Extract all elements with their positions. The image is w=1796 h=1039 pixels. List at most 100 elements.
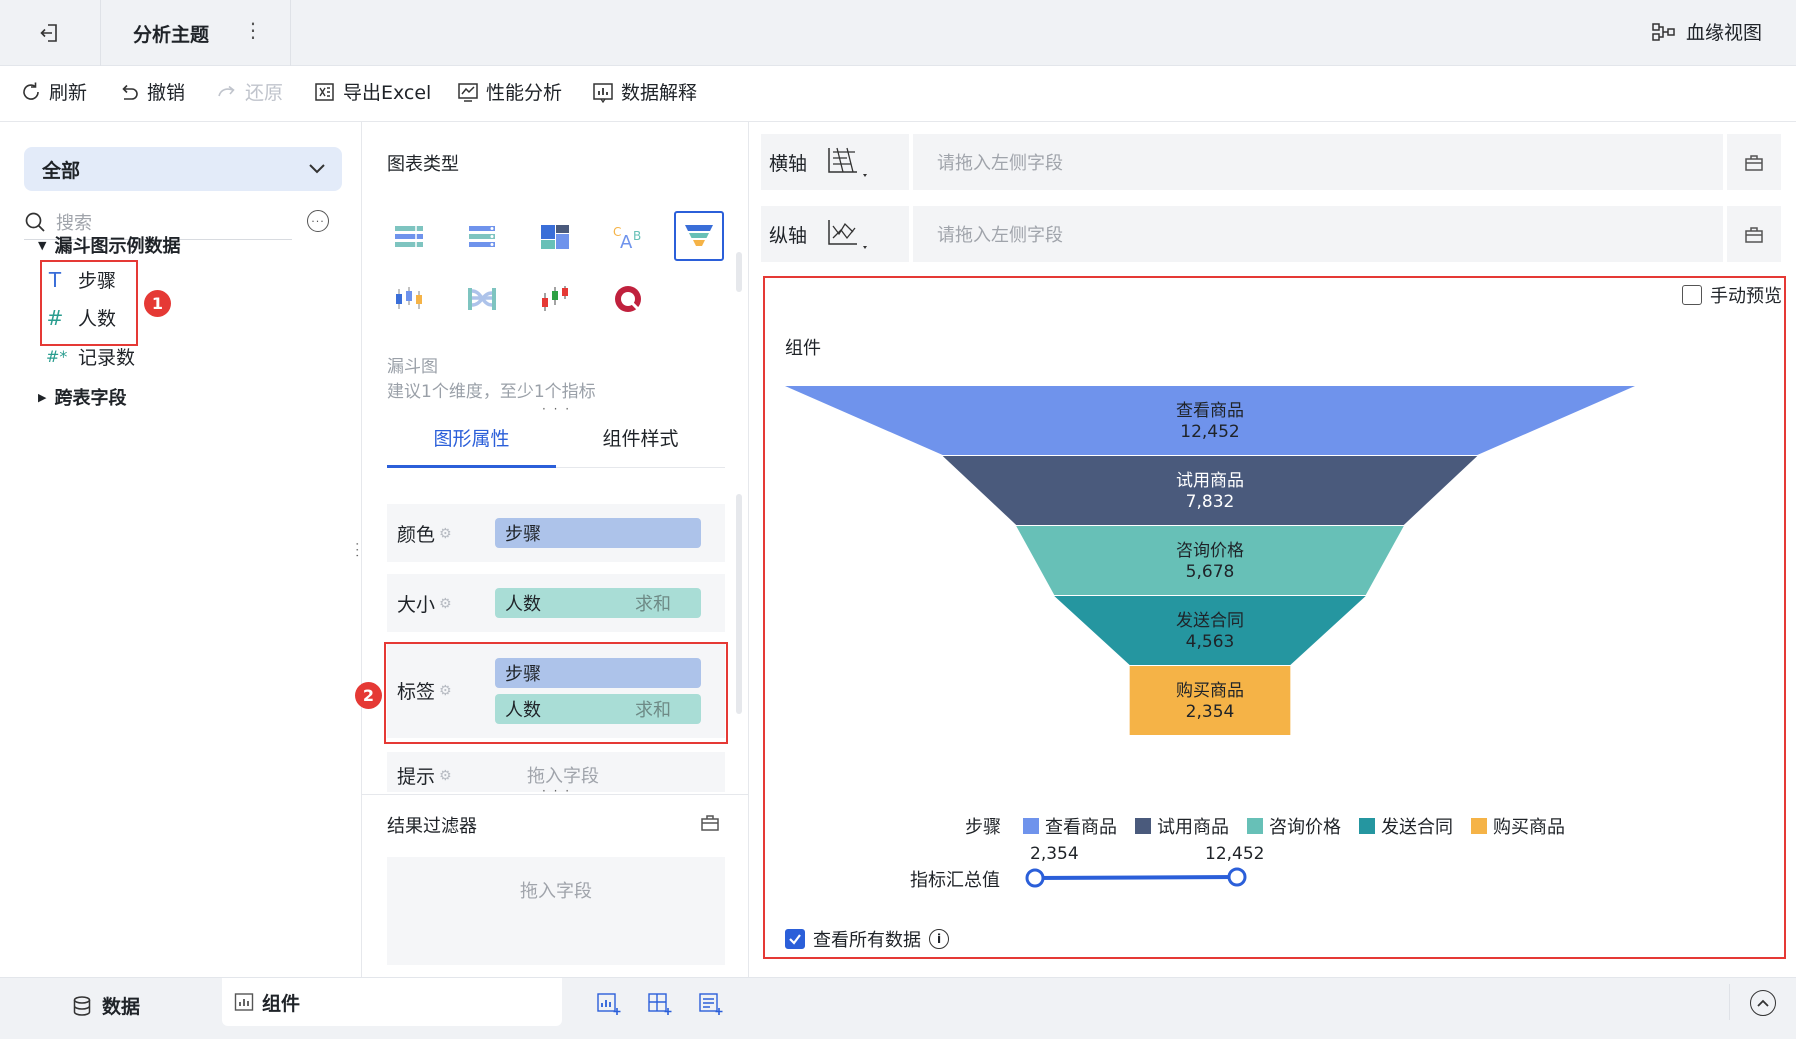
table-chart-icon[interactable] (384, 212, 434, 262)
chip-label: 步骤 (505, 524, 541, 545)
performance-analysis-label: 性能分析 (486, 82, 563, 104)
divider (290, 0, 291, 66)
y-axis-drop-zone[interactable]: 请拖入左侧字段 (913, 206, 1723, 262)
range-slider[interactable] (1025, 866, 1250, 890)
slider-handle-max[interactable] (1227, 867, 1247, 887)
range-filter-title: 指标汇总值 (910, 870, 1000, 891)
size-label: 大小 ⚙ (397, 594, 452, 616)
lineage-view-label: 血缘视图 (1685, 22, 1762, 44)
tab-data[interactable]: 数据 (72, 992, 140, 1019)
legend-item[interactable]: 发送合同 (1359, 813, 1453, 839)
funnel-value-label: 12,452 (1180, 422, 1239, 442)
funnel-category-label: 发送合同 (1176, 611, 1244, 631)
legend-item[interactable]: 试用商品 (1135, 813, 1229, 839)
caret-right-icon: ▶ (38, 390, 47, 404)
boxplot-icon[interactable] (384, 274, 434, 324)
chip-label: 人数 (505, 594, 541, 615)
checkbox-checked[interactable] (785, 929, 805, 949)
y-axis-settings-icon[interactable] (1727, 206, 1781, 262)
info-icon[interactable]: i (929, 929, 949, 949)
gear-icon[interactable]: ⚙ (439, 768, 452, 784)
cross-table-node[interactable]: ▶ 跨表字段 (38, 384, 126, 410)
treemap-icon[interactable] (530, 212, 580, 262)
resize-handle[interactable]: · · · (542, 784, 571, 798)
undo-button[interactable]: 撤销 (118, 78, 185, 105)
legend-item[interactable]: 购买商品 (1471, 813, 1565, 839)
legend-label: 试用商品 (1157, 817, 1229, 838)
y-axis-row: 纵轴 请拖入左侧字段 (761, 206, 1781, 262)
result-filter-drop-zone[interactable]: 拖入字段 (387, 857, 725, 965)
back-button[interactable] (30, 18, 70, 48)
ring-progress-icon[interactable] (603, 274, 653, 324)
checkbox[interactable] (1682, 285, 1702, 305)
legend-swatch (1023, 818, 1039, 834)
y-axis-icon[interactable] (823, 216, 869, 252)
collapse-icon[interactable] (1750, 990, 1776, 1016)
legend-swatch (1359, 818, 1375, 834)
tab-component-style[interactable]: 组件样式 (556, 424, 725, 468)
tab-component-label: 组件 (262, 992, 301, 1015)
tab-component[interactable]: 组件 (222, 978, 562, 1026)
refresh-button[interactable]: 刷新 (20, 78, 87, 105)
chart-config-panel: 图表类型 CAB 漏斗图 建议1个维度，至少1个指标 · · · 图形属性 组件… (350, 122, 749, 977)
detail-table-icon[interactable] (457, 212, 507, 262)
color-label: 颜色 ⚙ (397, 524, 452, 546)
chart-type-title: 图表类型 (387, 154, 459, 175)
dataset-node[interactable]: ▼ 漏斗图示例数据 (38, 232, 180, 258)
x-axis-drop-zone[interactable]: 请拖入左侧字段 (913, 134, 1723, 190)
size-property-row: 大小 ⚙ 人数 求和 (387, 574, 725, 632)
x-axis-icon[interactable] (823, 144, 869, 180)
candlestick-icon[interactable] (530, 274, 580, 324)
sankey-icon[interactable] (457, 274, 507, 324)
performance-analysis-button[interactable]: 性能分析 (457, 78, 562, 105)
field-item[interactable]: #* 记录数 (46, 343, 135, 370)
undo-label: 撤销 (147, 82, 186, 104)
redo-button[interactable]: 还原 (216, 78, 283, 105)
toolbar: 刷新 撤销 还原 导出Excel 性能分析 数据解释 (0, 66, 1796, 122)
refresh-label: 刷新 (49, 82, 88, 104)
result-filter-title: 结果过滤器 (387, 816, 477, 837)
tab-data-label: 数据 (102, 996, 141, 1018)
scrollbar[interactable] (736, 252, 742, 292)
scrollbar[interactable] (736, 494, 742, 714)
slider-track (1034, 875, 1238, 880)
funnel-category-label: 试用商品 (1176, 471, 1244, 491)
database-icon (73, 995, 91, 1016)
filter-settings-icon[interactable] (700, 812, 720, 836)
drop-placeholder: 请拖入左侧字段 (937, 225, 1063, 246)
add-layout-icon[interactable] (647, 992, 673, 1020)
legend-item[interactable]: 咨询价格 (1247, 813, 1341, 839)
resize-handle[interactable]: ··· (350, 542, 364, 559)
size-field-chip[interactable]: 人数 求和 (495, 588, 701, 618)
gear-icon[interactable]: ⚙ (439, 596, 452, 612)
more-menu-icon[interactable]: ⋮ (243, 18, 263, 42)
slider-handle-min[interactable] (1025, 868, 1045, 888)
data-explain-button[interactable]: 数据解释 (592, 78, 697, 105)
manual-preview-toggle[interactable]: 手动预览 (1682, 282, 1782, 308)
legend-label: 购买商品 (1493, 817, 1565, 838)
view-all-data-toggle[interactable]: 查看所有数据 i (785, 926, 949, 952)
export-excel-button[interactable]: 导出Excel (314, 78, 431, 105)
search-icon (25, 212, 45, 232)
x-axis-settings-icon[interactable] (1727, 134, 1781, 190)
word-cloud-icon[interactable]: CAB (603, 212, 653, 262)
add-chart-icon[interactable] (596, 992, 622, 1020)
legend-item[interactable]: 查看商品 (1023, 813, 1117, 839)
data-explain-label: 数据解释 (621, 82, 698, 104)
table-scope-select[interactable]: 全部 (24, 147, 342, 191)
more-options-icon[interactable]: ··· (307, 210, 329, 232)
funnel-chart: 查看商品12,452 试用商品7,832 咨询价格5,678 发送合同4,563 购买商… (785, 386, 1635, 735)
tab-graph-properties[interactable]: 图形属性 (387, 424, 556, 468)
funnel-chart-icon[interactable] (674, 211, 724, 261)
chart-legend: 步骤 查看商品 试用商品 咨询价格 发送合同 购买商品 (965, 813, 1565, 839)
legend-label: 发送合同 (1381, 817, 1453, 838)
top-bar: 分析主题 ⋮ 血缘视图 (0, 0, 1796, 66)
range-max-value: 12,452 (1205, 844, 1265, 864)
x-axis-label-box: 横轴 (761, 134, 909, 190)
add-table-icon[interactable] (698, 992, 724, 1020)
dataset-label: 漏斗图示例数据 (54, 236, 181, 257)
lineage-view-button[interactable]: 血缘视图 (1652, 18, 1762, 45)
gear-icon[interactable]: ⚙ (439, 526, 452, 542)
color-field-chip[interactable]: 步骤 (495, 518, 701, 548)
excel-icon (315, 82, 334, 101)
